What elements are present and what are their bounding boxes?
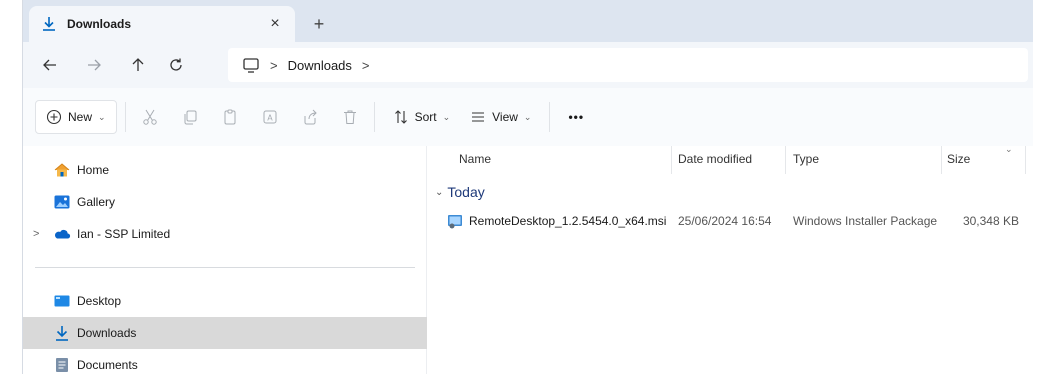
tab-downloads[interactable]: Downloads × bbox=[29, 6, 295, 42]
documents-icon bbox=[53, 356, 71, 374]
cut-button[interactable] bbox=[134, 101, 166, 133]
column-header-name[interactable]: Name bbox=[459, 152, 491, 172]
tab-strip: Downloads × + bbox=[23, 0, 1033, 42]
delete-button[interactable] bbox=[334, 101, 366, 133]
desktop-icon bbox=[53, 292, 71, 310]
sidebar-item-label: Documents bbox=[77, 358, 138, 372]
navigation-pane: Home Gallery > Ian - SSP Limited Desktop… bbox=[23, 146, 454, 374]
home-icon bbox=[53, 161, 71, 179]
sidebar-item-label: Home bbox=[77, 163, 110, 177]
column-divider[interactable] bbox=[785, 146, 786, 174]
refresh-icon bbox=[170, 58, 182, 71]
sidebar-item-downloads[interactable]: Downloads 🖈 bbox=[23, 317, 454, 349]
sort-icon bbox=[394, 110, 407, 124]
download-icon bbox=[53, 324, 71, 342]
explorer-window: Downloads × + > Downloads > New ⌄ A Sort… bbox=[22, 0, 1033, 374]
sort-button[interactable]: Sort ⌄ bbox=[383, 101, 461, 133]
chevron-down-icon: ⌄ bbox=[442, 111, 451, 122]
file-list: Name Date modified Type Size ⌄ ⌄ Today R… bbox=[427, 144, 1033, 374]
paste-button[interactable] bbox=[214, 101, 246, 133]
column-header-size[interactable]: Size bbox=[947, 152, 970, 172]
column-header-type[interactable]: Type bbox=[793, 152, 819, 172]
trash-icon bbox=[343, 110, 356, 124]
breadcrumb-chevron-icon[interactable]: > bbox=[270, 58, 278, 73]
forward-arrow-icon bbox=[88, 59, 101, 71]
copy-button[interactable] bbox=[174, 101, 206, 133]
plus-circle-icon bbox=[46, 109, 62, 125]
up-arrow-icon bbox=[132, 58, 144, 71]
command-bar: New ⌄ A Sort ⌄ View ⌄ ••• bbox=[23, 88, 1033, 147]
sort-chevron-icon: ⌄ bbox=[1005, 144, 1013, 154]
sidebar-item-label: Ian - SSP Limited bbox=[77, 227, 171, 241]
sidebar-item-label: Gallery bbox=[77, 195, 116, 209]
view-button[interactable]: View ⌄ bbox=[460, 101, 541, 133]
chevron-down-icon: ⌄ bbox=[98, 111, 106, 122]
navigation-bar: > Downloads > bbox=[23, 42, 1033, 88]
tab-title: Downloads bbox=[67, 17, 132, 31]
refresh-button[interactable] bbox=[159, 49, 193, 81]
clipboard-icon bbox=[224, 109, 236, 125]
chevron-right-icon[interactable]: > bbox=[33, 228, 53, 240]
file-type: Windows Installer Package bbox=[793, 214, 938, 228]
file-date: 25/06/2024 16:54 bbox=[678, 214, 772, 228]
new-tab-button[interactable]: + bbox=[305, 10, 333, 38]
breadcrumb-chevron-icon[interactable]: > bbox=[362, 58, 370, 73]
copy-icon bbox=[184, 110, 197, 125]
sidebar-item-label: Downloads bbox=[77, 326, 137, 340]
file-name: RemoteDesktop_1.2.5454.0_x64.msi bbox=[469, 214, 667, 228]
toolbar-divider bbox=[124, 102, 126, 132]
chevron-down-icon: ⌄ bbox=[523, 111, 532, 122]
group-header-today[interactable]: ⌄ Today bbox=[435, 184, 485, 200]
column-divider[interactable] bbox=[941, 146, 942, 174]
sidebar-item-home[interactable]: Home bbox=[23, 154, 454, 186]
this-pc-icon bbox=[242, 56, 260, 74]
file-size: 30,348 KB bbox=[962, 214, 1019, 228]
sidebar-item-documents[interactable]: Documents 🖈 bbox=[23, 349, 454, 381]
sidebar-item-onedrive[interactable]: > Ian - SSP Limited bbox=[23, 218, 434, 250]
column-divider[interactable] bbox=[1025, 146, 1026, 174]
rename-icon: A bbox=[263, 110, 277, 124]
column-divider[interactable] bbox=[671, 146, 672, 174]
gallery-icon bbox=[53, 193, 71, 211]
share-icon bbox=[304, 109, 317, 125]
more-options-button[interactable]: ••• bbox=[558, 101, 594, 133]
view-list-icon bbox=[472, 112, 485, 122]
scissors-icon bbox=[142, 109, 157, 125]
sort-label: Sort bbox=[414, 110, 437, 124]
new-button-label: New bbox=[68, 110, 93, 124]
address-bar[interactable]: > Downloads > bbox=[228, 48, 1028, 82]
sidebar-item-gallery[interactable]: Gallery bbox=[23, 186, 454, 218]
toolbar-divider bbox=[549, 102, 551, 132]
sidebar-item-desktop[interactable]: Desktop 🖈 bbox=[23, 285, 454, 317]
back-button[interactable] bbox=[33, 49, 67, 81]
share-button[interactable] bbox=[294, 101, 326, 133]
breadcrumb-downloads[interactable]: Downloads bbox=[288, 58, 352, 73]
group-label: Today bbox=[447, 184, 485, 200]
forward-button[interactable] bbox=[77, 49, 111, 81]
toolbar-divider bbox=[373, 102, 375, 132]
download-icon bbox=[41, 16, 57, 32]
sidebar-item-label: Desktop bbox=[77, 294, 122, 308]
view-label: View bbox=[492, 110, 518, 124]
close-tab-button[interactable]: × bbox=[261, 10, 289, 38]
svg-text:A: A bbox=[267, 114, 273, 123]
msi-file-icon bbox=[447, 213, 463, 232]
rename-button[interactable]: A bbox=[254, 101, 286, 133]
column-header-date[interactable]: Date modified bbox=[678, 152, 752, 172]
new-button[interactable]: New ⌄ bbox=[35, 100, 117, 134]
table-row[interactable]: RemoteDesktop_1.2.5454.0_x64.msi 25/06/2… bbox=[427, 208, 1033, 234]
chevron-down-icon: ⌄ bbox=[435, 186, 444, 198]
up-button[interactable] bbox=[121, 49, 155, 81]
onedrive-icon bbox=[53, 225, 71, 243]
sidebar-divider bbox=[35, 267, 415, 268]
back-arrow-icon bbox=[43, 59, 56, 71]
